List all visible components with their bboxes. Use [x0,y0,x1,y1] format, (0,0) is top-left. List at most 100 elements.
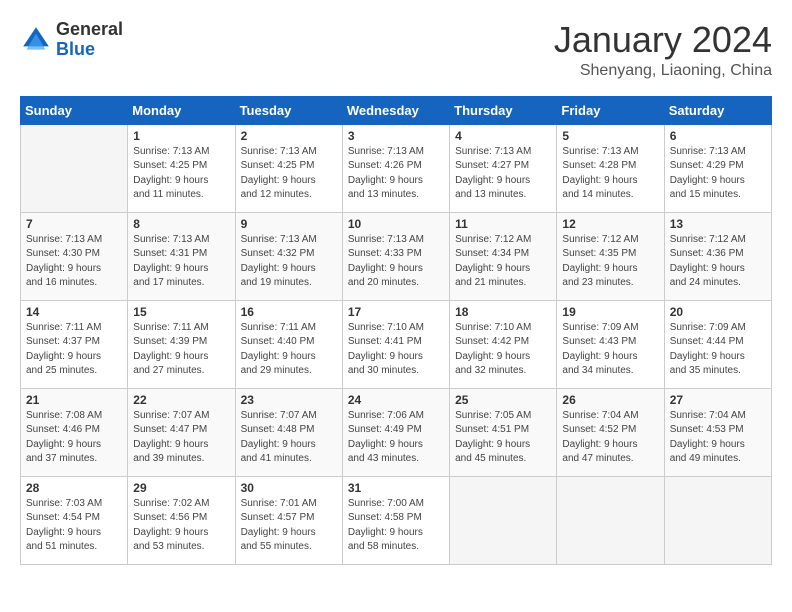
day-number: 15 [133,305,229,319]
calendar-header-thursday: Thursday [450,96,557,124]
calendar-cell [664,476,771,564]
calendar-cell [21,124,128,212]
calendar-cell: 23Sunrise: 7:07 AM Sunset: 4:48 PM Dayli… [235,388,342,476]
day-info: Sunrise: 7:08 AM Sunset: 4:46 PM Dayligh… [26,409,122,467]
day-number: 10 [348,217,444,231]
calendar-cell [557,476,664,564]
day-info: Sunrise: 7:10 AM Sunset: 4:41 PM Dayligh… [348,321,444,379]
day-number: 26 [562,393,658,407]
month-year-title: January 2024 [554,20,772,60]
calendar-cell: 6 Sunrise: 7:13 AM Sunset: 4:29 PM Daylig… [664,124,771,212]
calendar-cell: 16 Sunrise: 7:11 AM Sunset: 4:40 PM Dayli… [235,300,342,388]
day-info: Sunrise: 7:12 AM Sunset: 4:35 PM Dayligh… [562,233,658,291]
day-info: Sunrise: 7:11 AM Sunset: 4:40 PM Dayligh… [241,321,337,379]
logo-text: General Blue [56,20,123,60]
day-info: Sunrise: 7:07 AM Sunset: 4:47 PM Dayligh… [133,409,229,467]
day-info: Sunrise: 7:13 AM Sunset: 4:31 PM Dayligh… [133,233,229,291]
calendar-cell: 29 Sunrise: 7:02 AM Sunset: 4:56 PM Dayli… [128,476,235,564]
day-info: Sunrise: 7:13 AM Sunset: 4:26 PM Dayligh… [348,145,444,203]
day-number: 18 [455,305,551,319]
title-block: January 2024 Shenyang, Liaoning, China [554,20,772,80]
day-number: 7 [26,217,122,231]
calendar-cell [450,476,557,564]
day-number: 21 [26,393,122,407]
calendar-cell: 28Sunrise: 7:03 AM Sunset: 4:54 PM Dayli… [21,476,128,564]
day-number: 19 [562,305,658,319]
calendar-cell: 27 Sunrise: 7:04 AM Sunset: 4:53 PM Dayli… [664,388,771,476]
calendar-week-row: 1 Sunrise: 7:13 AM Sunset: 4:25 PM Daylig… [21,124,772,212]
day-number: 16 [241,305,337,319]
calendar-header-sunday: Sunday [21,96,128,124]
day-info: Sunrise: 7:06 AM Sunset: 4:49 PM Dayligh… [348,409,444,467]
day-number: 9 [241,217,337,231]
calendar-header-saturday: Saturday [664,96,771,124]
calendar-cell: 18 Sunrise: 7:10 AM Sunset: 4:42 PM Dayli… [450,300,557,388]
calendar-cell: 10 Sunrise: 7:13 AM Sunset: 4:33 PM Dayli… [342,212,449,300]
day-info: Sunrise: 7:09 AM Sunset: 4:44 PM Dayligh… [670,321,766,379]
calendar-cell: 3 Sunrise: 7:13 AM Sunset: 4:26 PM Daylig… [342,124,449,212]
location-subtitle: Shenyang, Liaoning, China [554,62,772,80]
calendar-cell: 25 Sunrise: 7:05 AM Sunset: 4:51 PM Dayli… [450,388,557,476]
calendar-cell: 31 Sunrise: 7:00 AM Sunset: 4:58 PM Dayli… [342,476,449,564]
calendar-cell: 11 Sunrise: 7:12 AM Sunset: 4:34 PM Dayli… [450,212,557,300]
day-number: 20 [670,305,766,319]
day-number: 31 [348,481,444,495]
day-info: Sunrise: 7:13 AM Sunset: 4:25 PM Dayligh… [133,145,229,203]
day-number: 29 [133,481,229,495]
calendar-header-tuesday: Tuesday [235,96,342,124]
day-number: 25 [455,393,551,407]
calendar-cell: 1 Sunrise: 7:13 AM Sunset: 4:25 PM Daylig… [128,124,235,212]
day-number: 12 [562,217,658,231]
calendar-week-row: 14Sunrise: 7:11 AM Sunset: 4:37 PM Dayli… [21,300,772,388]
calendar-cell: 7 Sunrise: 7:13 AM Sunset: 4:30 PM Daylig… [21,212,128,300]
logo-general-text: General [56,19,123,39]
day-info: Sunrise: 7:04 AM Sunset: 4:53 PM Dayligh… [670,409,766,467]
day-info: Sunrise: 7:10 AM Sunset: 4:42 PM Dayligh… [455,321,551,379]
calendar-cell: 15Sunrise: 7:11 AM Sunset: 4:39 PM Dayli… [128,300,235,388]
day-info: Sunrise: 7:00 AM Sunset: 4:58 PM Dayligh… [348,497,444,555]
day-number: 28 [26,481,122,495]
calendar-cell: 4 Sunrise: 7:13 AM Sunset: 4:27 PM Daylig… [450,124,557,212]
day-info: Sunrise: 7:13 AM Sunset: 4:30 PM Dayligh… [26,233,122,291]
logo-blue-text: Blue [56,39,95,59]
calendar-cell: 13Sunrise: 7:12 AM Sunset: 4:36 PM Dayli… [664,212,771,300]
day-info: Sunrise: 7:13 AM Sunset: 4:32 PM Dayligh… [241,233,337,291]
calendar-header-monday: Monday [128,96,235,124]
day-info: Sunrise: 7:12 AM Sunset: 4:36 PM Dayligh… [670,233,766,291]
day-number: 22 [133,393,229,407]
day-number: 23 [241,393,337,407]
day-number: 1 [133,129,229,143]
day-number: 24 [348,393,444,407]
calendar-cell: 14Sunrise: 7:11 AM Sunset: 4:37 PM Dayli… [21,300,128,388]
calendar-cell: 17 Sunrise: 7:10 AM Sunset: 4:41 PM Dayli… [342,300,449,388]
day-info: Sunrise: 7:13 AM Sunset: 4:27 PM Dayligh… [455,145,551,203]
day-number: 27 [670,393,766,407]
day-number: 11 [455,217,551,231]
day-info: Sunrise: 7:13 AM Sunset: 4:25 PM Dayligh… [241,145,337,203]
day-info: Sunrise: 7:04 AM Sunset: 4:52 PM Dayligh… [562,409,658,467]
logo: General Blue [20,20,123,60]
day-number: 14 [26,305,122,319]
day-number: 4 [455,129,551,143]
calendar-header-row: SundayMondayTuesdayWednesdayThursdayFrid… [21,96,772,124]
day-info: Sunrise: 7:13 AM Sunset: 4:33 PM Dayligh… [348,233,444,291]
calendar-cell: 24 Sunrise: 7:06 AM Sunset: 4:49 PM Dayli… [342,388,449,476]
day-number: 3 [348,129,444,143]
day-number: 17 [348,305,444,319]
day-info: Sunrise: 7:01 AM Sunset: 4:57 PM Dayligh… [241,497,337,555]
calendar-header-friday: Friday [557,96,664,124]
day-info: Sunrise: 7:02 AM Sunset: 4:56 PM Dayligh… [133,497,229,555]
calendar-cell: 22 Sunrise: 7:07 AM Sunset: 4:47 PM Dayli… [128,388,235,476]
day-number: 6 [670,129,766,143]
day-info: Sunrise: 7:13 AM Sunset: 4:29 PM Dayligh… [670,145,766,203]
logo-icon [20,24,52,56]
day-number: 30 [241,481,337,495]
day-info: Sunrise: 7:05 AM Sunset: 4:51 PM Dayligh… [455,409,551,467]
calendar-week-row: 7 Sunrise: 7:13 AM Sunset: 4:30 PM Daylig… [21,212,772,300]
calendar-cell: 19Sunrise: 7:09 AM Sunset: 4:43 PM Dayli… [557,300,664,388]
calendar-cell: 26 Sunrise: 7:04 AM Sunset: 4:52 PM Dayli… [557,388,664,476]
calendar-cell: 2Sunrise: 7:13 AM Sunset: 4:25 PM Daylig… [235,124,342,212]
calendar-table: SundayMondayTuesdayWednesdayThursdayFrid… [20,96,772,565]
day-info: Sunrise: 7:12 AM Sunset: 4:34 PM Dayligh… [455,233,551,291]
day-number: 5 [562,129,658,143]
